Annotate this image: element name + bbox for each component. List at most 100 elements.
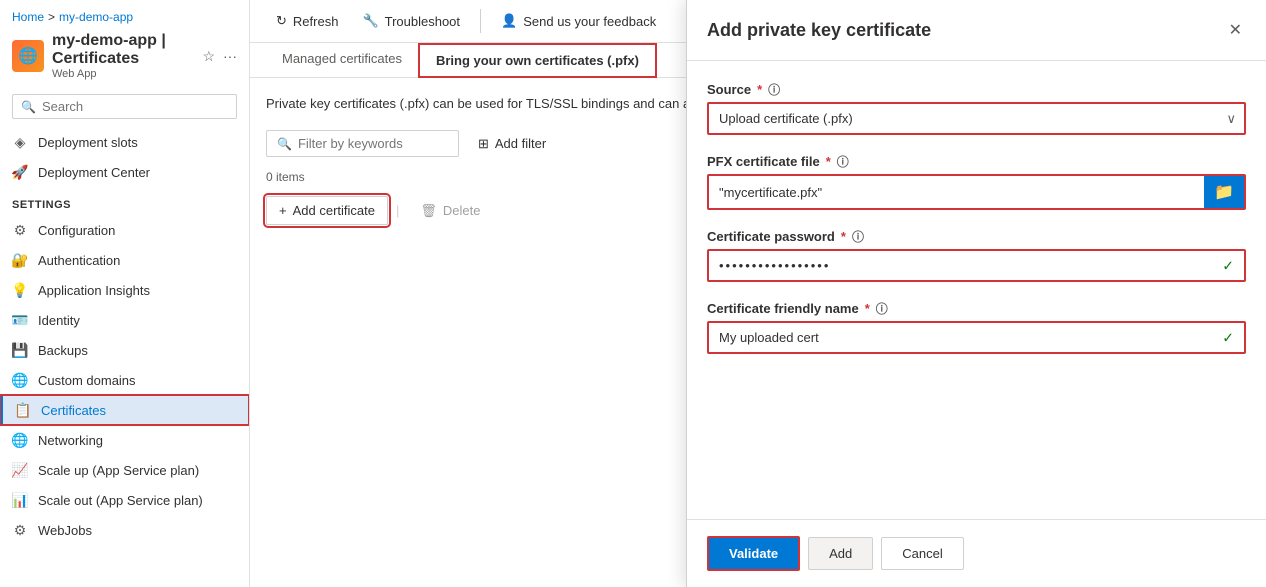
search-input[interactable] [42,99,228,114]
sidebar-label-certificates: Certificates [41,403,106,418]
webjobs-icon: ⚙ [12,522,28,538]
sidebar-item-scale-out[interactable]: 📊 Scale out (App Service plan) [0,485,249,515]
sidebar-label-identity: Identity [38,313,80,328]
pfx-file-required: * [826,154,831,169]
validate-button[interactable]: Validate [707,536,800,571]
troubleshoot-button[interactable]: 🔧 Troubleshoot [352,8,470,34]
source-label-text: Source [707,82,751,97]
friendly-name-wrapper: ✓ [707,321,1246,354]
app-icon: 🌐 [12,40,44,72]
sidebar-label-scale-up: Scale up (App Service plan) [38,463,199,478]
breadcrumb: Home > my-demo-app [12,10,237,24]
refresh-label: Refresh [293,14,339,29]
cert-password-input[interactable] [709,251,1244,280]
deployment-center-icon: 🚀 [12,164,28,180]
sidebar-item-networking[interactable]: 🌐 Networking [0,425,249,455]
trash-icon: 🗑 [420,203,437,219]
cert-password-label: Certificate password * ⓘ [707,228,1246,245]
filter-funnel-icon: ⊞ [478,136,489,152]
sidebar-label-networking: Networking [38,433,103,448]
authentication-icon: 🔐 [12,252,28,268]
sidebar-item-authentication[interactable]: 🔐 Authentication [0,245,249,275]
friendly-name-label: Certificate friendly name * ⓘ [707,300,1246,317]
troubleshoot-label: Troubleshoot [385,14,460,29]
custom-domains-icon: 🌐 [12,372,28,388]
add-button[interactable]: Add [808,537,873,570]
title-actions: ☆ ··· [202,48,237,65]
sidebar-label-backups: Backups [38,343,88,358]
file-browse-button[interactable]: 📁 [1204,176,1244,208]
filter-input-wrapper[interactable]: 🔍 [266,130,459,157]
settings-section-label: Settings [0,187,249,215]
search-box[interactable]: 🔍 [12,94,237,119]
delete-label: Delete [443,203,481,218]
panel-close-button[interactable]: ✕ [1225,16,1246,44]
sidebar-item-scale-up[interactable]: 📈 Scale up (App Service plan) [0,455,249,485]
breadcrumb-separator: > [48,10,55,24]
sidebar-label-deployment-center: Deployment Center [38,165,150,180]
friendly-name-required: * [865,301,870,316]
breadcrumb-home[interactable]: Home [12,10,44,24]
friendly-name-form-group: Certificate friendly name * ⓘ ✓ [707,300,1246,354]
friendly-name-label-text: Certificate friendly name [707,301,859,316]
cert-password-wrapper: ✓ [707,249,1246,282]
sidebar-item-backups[interactable]: 💾 Backups [0,335,249,365]
sidebar-item-custom-domains[interactable]: 🌐 Custom domains [0,365,249,395]
friendly-name-check-icon: ✓ [1222,329,1234,346]
breadcrumb-app[interactable]: my-demo-app [59,10,133,24]
pfx-file-input[interactable] [709,176,1204,208]
backups-icon: 💾 [12,342,28,358]
sidebar-header: Home > my-demo-app 🌐 my-demo-app | Certi… [0,0,249,86]
source-label: Source * ⓘ [707,81,1246,98]
friendly-name-info-icon[interactable]: ⓘ [876,300,888,317]
identity-icon: 🪪 [12,312,28,328]
sidebar-item-configuration[interactable]: ⚙ Configuration [0,215,249,245]
source-form-group: Source * ⓘ Upload certificate (.pfx)Impo… [707,81,1246,135]
add-cert-label: Add certificate [293,203,375,218]
scale-up-icon: 📈 [12,462,28,478]
sidebar-item-deployment-center[interactable]: 🚀 Deployment Center [0,157,249,187]
panel-overlay: Add private key certificate ✕ Source * ⓘ… [686,0,1266,587]
cert-password-required: * [841,229,846,244]
refresh-button[interactable]: ↻ Refresh [266,8,348,34]
favorite-icon[interactable]: ☆ [202,48,215,65]
app-subtitle: Web App [52,68,194,80]
pfx-file-label: PFX certificate file * ⓘ [707,153,1246,170]
sidebar-item-identity[interactable]: 🪪 Identity [0,305,249,335]
source-select[interactable]: Upload certificate (.pfx)Import from Key… [707,102,1246,135]
panel-header: Add private key certificate ✕ [687,0,1266,61]
tab-own-certificates[interactable]: Bring your own certificates (.pfx) [418,43,657,78]
tab-managed[interactable]: Managed certificates [266,43,418,77]
sidebar-label-configuration: Configuration [38,223,115,238]
more-options-icon[interactable]: ··· [223,48,237,65]
filter-input[interactable] [298,136,448,151]
pfx-file-info-icon[interactable]: ⓘ [837,153,849,170]
friendly-name-input[interactable] [709,323,1244,352]
source-info-icon[interactable]: ⓘ [768,81,780,98]
password-check-icon: ✓ [1222,257,1234,274]
cancel-button[interactable]: Cancel [881,537,963,570]
sidebar-label-authentication: Authentication [38,253,120,268]
delete-button[interactable]: 🗑 Delete [407,196,493,226]
search-icon: 🔍 [21,100,36,114]
panel-title: Add private key certificate [707,20,931,41]
cert-password-info-icon[interactable]: ⓘ [852,228,864,245]
cert-password-label-text: Certificate password [707,229,835,244]
sidebar-item-certificates[interactable]: 📋 Certificates [0,395,249,425]
add-certificate-button[interactable]: + Add certificate [266,196,388,225]
troubleshoot-icon: 🔧 [362,13,378,29]
pfx-file-input-wrapper: 📁 [707,174,1246,210]
sidebar-item-webjobs[interactable]: ⚙ WebJobs [0,515,249,545]
panel-footer: Validate Add Cancel [687,519,1266,587]
refresh-icon: ↻ [276,13,287,29]
sidebar-item-deployment-slots[interactable]: ◈ Deployment slots [0,127,249,157]
add-filter-button[interactable]: ⊞ Add filter [467,130,557,158]
networking-icon: 🌐 [12,432,28,448]
toolbar-separator [480,9,481,33]
application-insights-icon: 💡 [12,282,28,298]
sidebar-item-application-insights[interactable]: 💡 Application Insights [0,275,249,305]
sidebar-label-application-insights: Application Insights [38,283,150,298]
add-filter-label: Add filter [495,136,546,151]
sidebar-label-webjobs: WebJobs [38,523,92,538]
feedback-button[interactable]: 👤 Send us your feedback [491,8,666,34]
